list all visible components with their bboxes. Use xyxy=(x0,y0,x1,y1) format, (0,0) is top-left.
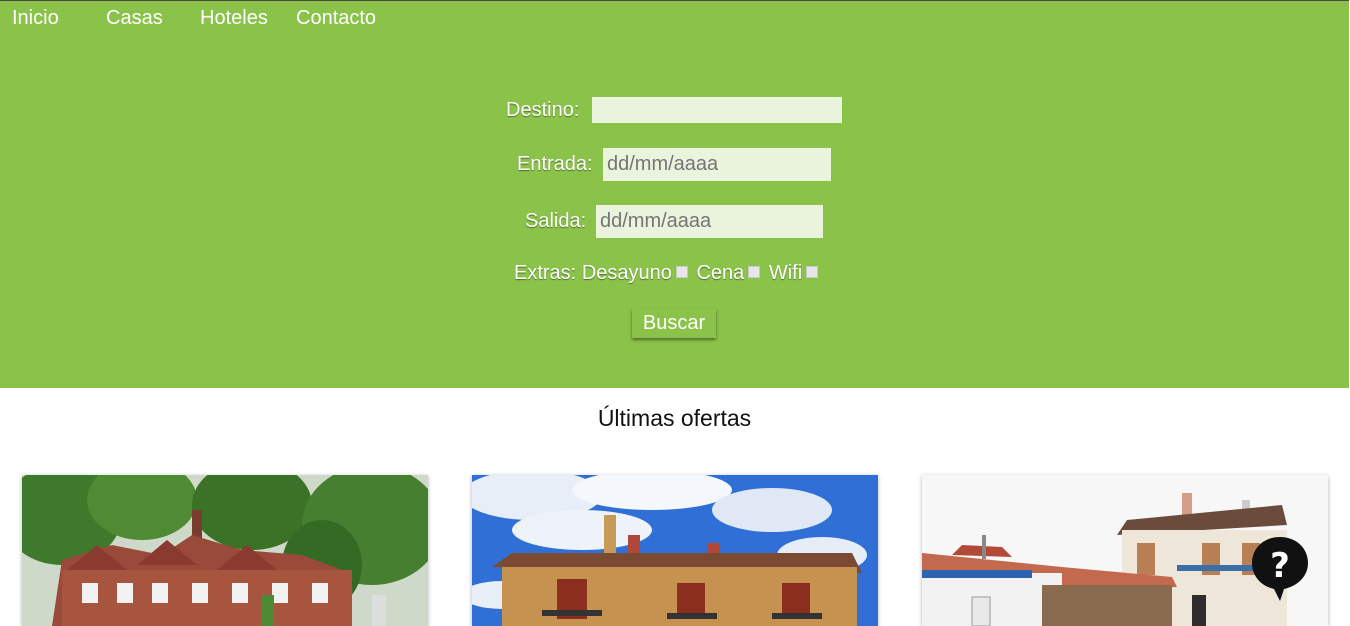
offer-card-2[interactable] xyxy=(472,475,878,626)
help-question-icon[interactable]: ? xyxy=(1250,535,1310,603)
svg-text:?: ? xyxy=(1270,546,1290,586)
extra-cena-label: Cena xyxy=(696,262,745,284)
nav-item-contacto[interactable]: Contacto xyxy=(296,7,376,30)
entrada-date-input[interactable] xyxy=(603,148,831,181)
extra-desayuno-label: Desayuno xyxy=(581,262,672,284)
extras-row: Extras: Desayuno Cena Wifi xyxy=(514,262,821,285)
extra-desayuno-checkbox[interactable] xyxy=(675,265,688,278)
offers-title: Últimas ofertas xyxy=(597,405,752,431)
destino-label: Destino: xyxy=(506,99,580,121)
salida-date-input[interactable] xyxy=(596,205,823,238)
offer-image-2 xyxy=(472,475,878,626)
entrada-label: Entrada: xyxy=(517,153,593,175)
extra-wifi-label: Wifi xyxy=(768,262,803,284)
nav-item-casas[interactable]: Casas xyxy=(106,7,163,30)
extras-label: Extras: xyxy=(514,262,577,284)
offer-card-1[interactable] xyxy=(22,475,428,626)
hero-search-banner: Inicio Casas Hoteles Contacto Destino: E… xyxy=(0,0,1349,388)
nav-item-inicio[interactable]: Inicio xyxy=(12,7,59,30)
extra-wifi-checkbox[interactable] xyxy=(806,265,819,278)
nav-item-hoteles[interactable]: Hoteles xyxy=(200,7,268,30)
buscar-button[interactable]: Buscar xyxy=(632,308,716,338)
extra-cena-checkbox[interactable] xyxy=(748,265,761,278)
destino-input[interactable] xyxy=(592,97,842,123)
salida-label: Salida: xyxy=(525,210,587,232)
offer-image-1 xyxy=(22,475,428,626)
